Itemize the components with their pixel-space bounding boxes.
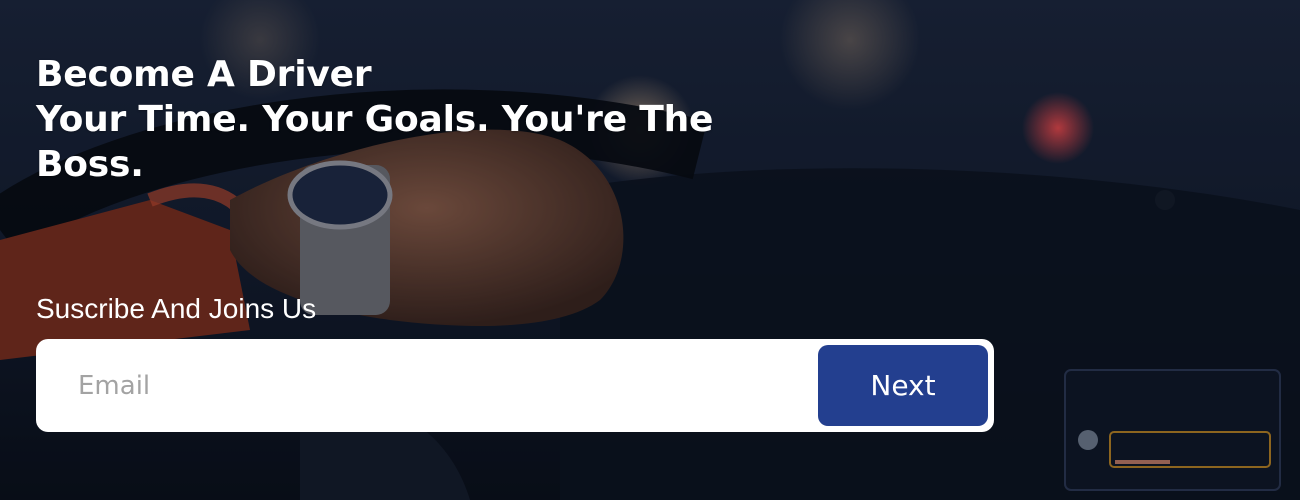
title-line-1: Become A Driver bbox=[36, 54, 372, 95]
hero-title: Become A Driver Your Time. Your Goals. Y… bbox=[36, 52, 996, 187]
driver-signup-hero: Become A Driver Your Time. Your Goals. Y… bbox=[0, 0, 1300, 500]
title-line-2: Your Time. Your Goals. You're The Boss. bbox=[36, 99, 714, 185]
next-button[interactable]: Next bbox=[818, 345, 988, 426]
email-signup-form: Next bbox=[36, 339, 994, 432]
email-input[interactable] bbox=[36, 339, 816, 432]
subscribe-label: Suscribe And Joins Us bbox=[36, 293, 317, 324]
hero-headline-block: Become A Driver Your Time. Your Goals. Y… bbox=[36, 52, 996, 187]
